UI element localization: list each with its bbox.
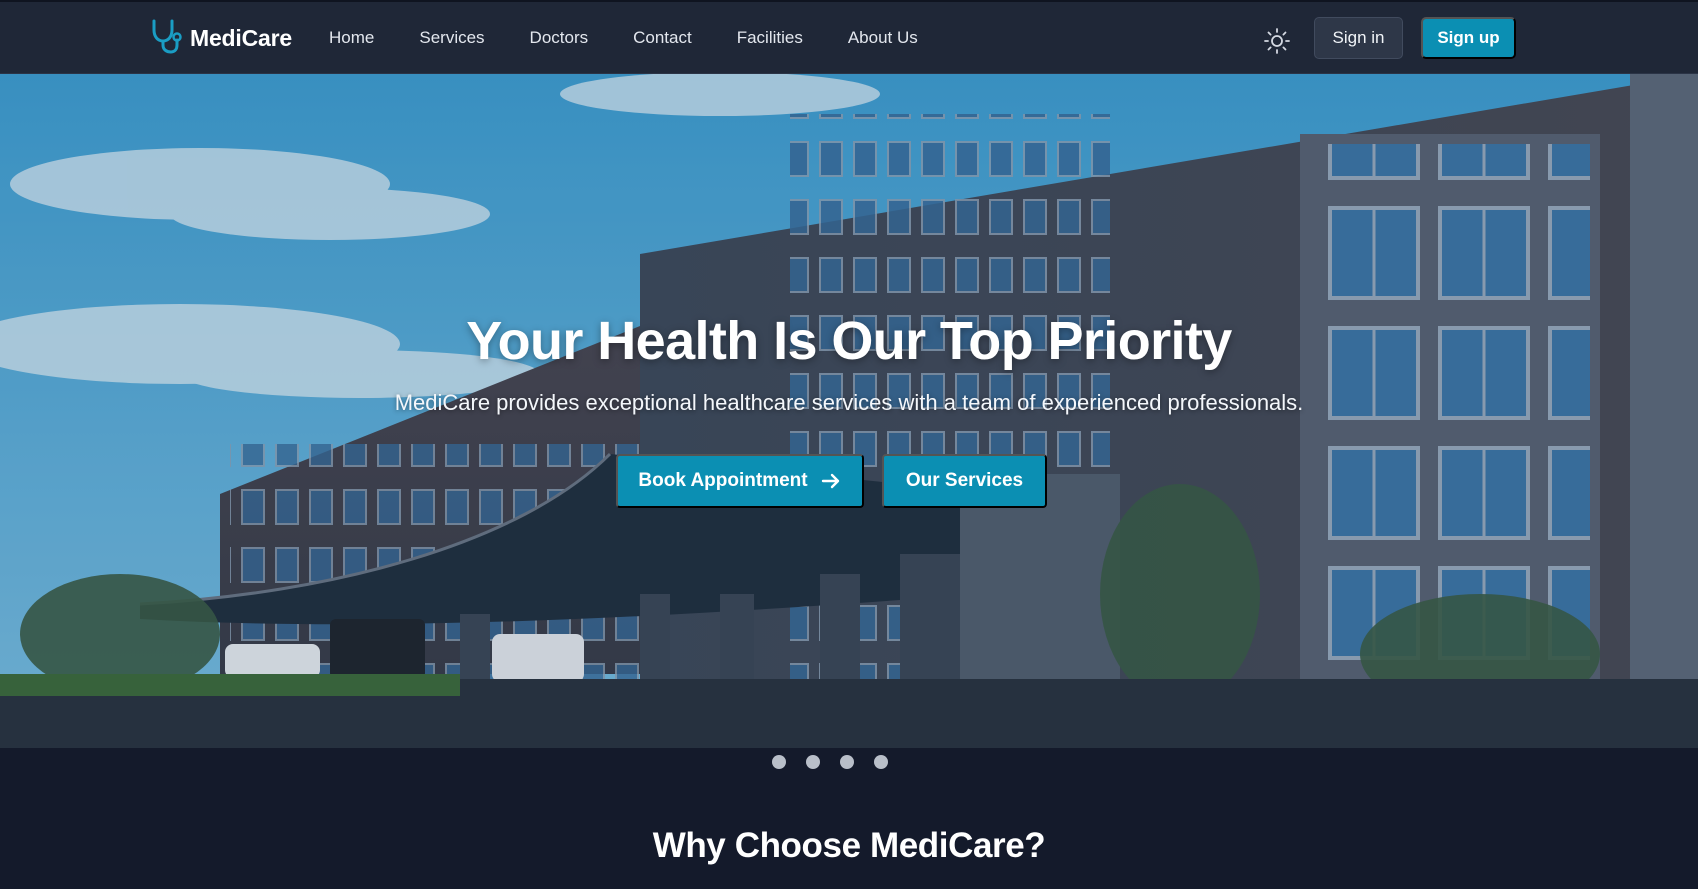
- stethoscope-icon: [148, 18, 182, 59]
- carousel-dot[interactable]: [840, 755, 854, 769]
- hero-subtitle: MediCare provides exceptional healthcare…: [394, 390, 1304, 415]
- carousel-dot[interactable]: [874, 755, 888, 769]
- nav-link-services[interactable]: Services: [419, 28, 484, 48]
- brand-name: MediCare: [190, 24, 292, 51]
- our-services-button[interactable]: Our Services: [882, 454, 1047, 508]
- nav-link-home[interactable]: Home: [329, 28, 374, 48]
- navbar: MediCare Home Services Doctors Contact F…: [0, 2, 1698, 74]
- sun-icon[interactable]: [1262, 26, 1292, 56]
- nav-link-about-us[interactable]: About Us: [848, 28, 918, 48]
- nav-link-facilities[interactable]: Facilities: [737, 28, 803, 48]
- sign-up-button[interactable]: Sign up: [1421, 17, 1516, 59]
- nav-link-contact[interactable]: Contact: [633, 28, 692, 48]
- book-appointment-button[interactable]: Book Appointment: [616, 454, 864, 508]
- nav-link-doctors[interactable]: Doctors: [530, 28, 589, 48]
- carousel-indicators: [772, 755, 908, 769]
- hero-title: Your Health Is Our Top Priority: [466, 311, 1232, 371]
- arrow-right-icon: [821, 473, 839, 489]
- carousel-dot[interactable]: [772, 755, 786, 769]
- book-appointment-label: Book Appointment: [638, 470, 808, 491]
- section-title: Why Choose MediCare?: [652, 826, 1046, 865]
- sign-in-button[interactable]: Sign in: [1314, 17, 1403, 59]
- carousel-dot[interactable]: [806, 755, 820, 769]
- brand-logo[interactable]: MediCare: [148, 18, 292, 59]
- hero-banner: Your Health Is Our Top Priority MediCare…: [0, 74, 1698, 748]
- main-nav: Home Services Doctors Contact Facilities…: [329, 28, 963, 48]
